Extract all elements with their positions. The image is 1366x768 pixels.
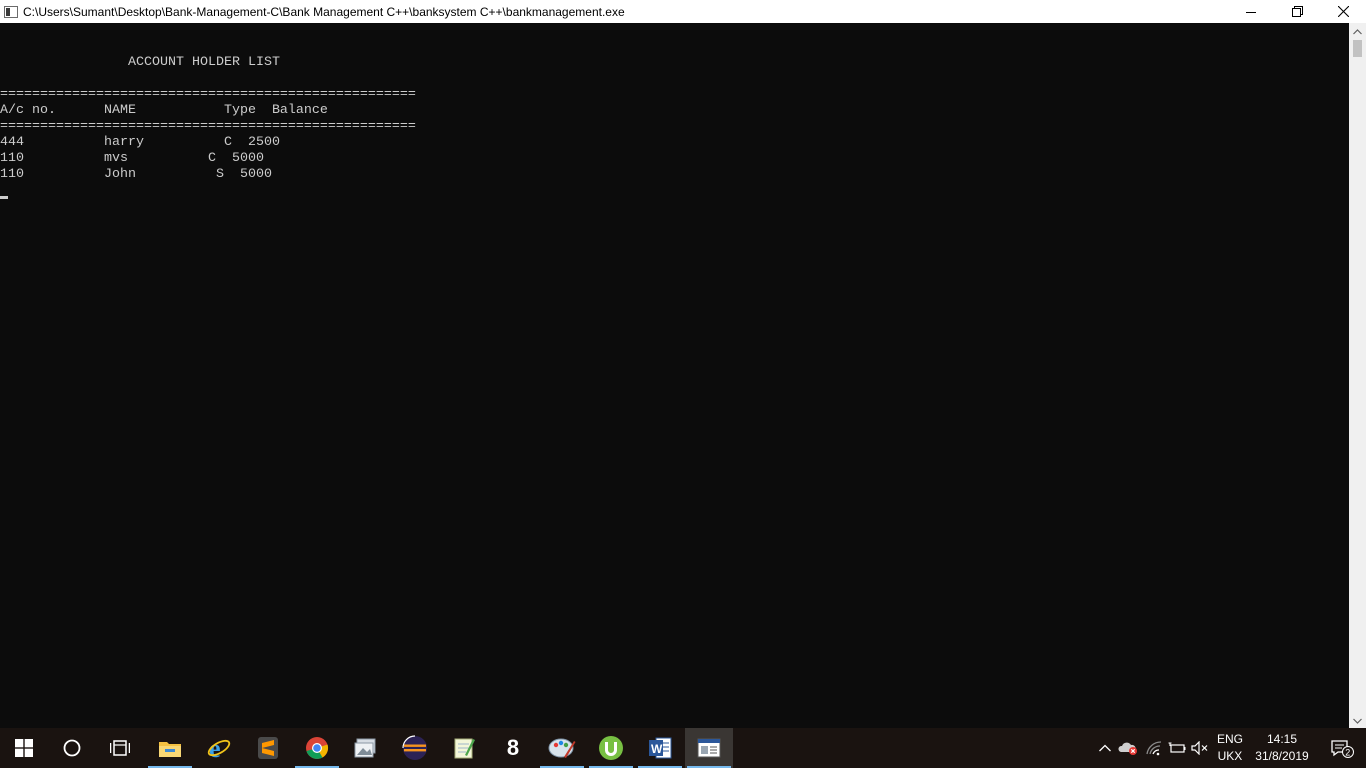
tray-network-button[interactable]	[1142, 728, 1166, 768]
start-button[interactable]	[0, 728, 48, 768]
console-window-icon[interactable]	[4, 5, 18, 18]
taskbar: e 8 W ENG UKX 14:15 31/8/2019 2	[0, 728, 1366, 768]
chevron-down-icon	[1353, 718, 1362, 724]
taskbar-word[interactable]: W	[636, 728, 684, 768]
window-titlebar[interactable]: C:\Users\Sumant\Desktop\Bank-Management-…	[0, 0, 1366, 23]
wifi-icon	[1146, 741, 1162, 756]
console-app-icon	[697, 738, 721, 758]
restore-button[interactable]	[1274, 0, 1320, 23]
scrollbar-thumb[interactable]	[1353, 40, 1362, 57]
notepad-icon	[454, 738, 475, 759]
taskbar-image-viewer[interactable]	[342, 728, 390, 768]
file-explorer-icon	[159, 742, 181, 757]
action-center-button[interactable]: 2	[1318, 728, 1366, 768]
paint-icon	[548, 738, 576, 758]
taskbar-internet-explorer[interactable]: e	[195, 728, 243, 768]
task-view-button[interactable]	[96, 728, 144, 768]
tray-language-button[interactable]: ENG UKX	[1212, 728, 1248, 768]
taskbar-utorrent[interactable]	[587, 728, 635, 768]
window-controls	[1228, 0, 1366, 23]
tray-onedrive-button[interactable]	[1116, 728, 1140, 768]
separator-top: ========================================…	[0, 87, 416, 102]
sublime-text-icon	[258, 737, 278, 759]
text-cursor	[0, 196, 8, 199]
table-row: 110 mvs C 5000	[0, 151, 264, 166]
taskbar-sublime-text[interactable]	[244, 728, 292, 768]
taskbar-eclipse[interactable]	[391, 728, 439, 768]
table-row: 444 harry C 2500	[0, 135, 280, 150]
close-icon	[1337, 6, 1349, 17]
table-row: 110 John S 5000	[0, 167, 272, 182]
eclipse-icon	[402, 735, 427, 760]
keyboard-layout: UKX	[1217, 749, 1243, 763]
clock-time: 14:15	[1266, 732, 1297, 746]
chevron-up-icon	[1099, 744, 1111, 752]
minimize-button[interactable]	[1228, 0, 1274, 23]
task-view-icon	[110, 740, 130, 756]
volume-muted-icon	[1191, 741, 1208, 755]
tray-volume-button[interactable]	[1188, 728, 1212, 768]
taskbar-app-8[interactable]: 8	[489, 728, 537, 768]
minimize-icon	[1246, 11, 1256, 13]
scroll-down-button[interactable]	[1349, 712, 1366, 729]
tray-show-hidden-button[interactable]	[1094, 728, 1116, 768]
clock-date: 31/8/2019	[1255, 749, 1309, 763]
notification-icon: 2	[1331, 740, 1354, 758]
notification-count: 2	[1345, 748, 1350, 758]
window-title: C:\Users\Sumant\Desktop\Bank-Management-…	[23, 4, 625, 19]
scroll-up-button[interactable]	[1349, 23, 1366, 40]
chevron-up-icon	[1353, 28, 1362, 34]
taskbar-notepad[interactable]	[440, 728, 488, 768]
taskbar-chrome[interactable]	[293, 728, 341, 768]
console-heading: ACCOUNT HOLDER LIST	[0, 55, 280, 70]
taskbar-console-app[interactable]	[685, 728, 733, 768]
start-icon	[15, 739, 33, 757]
svg-text:W: W	[651, 742, 663, 756]
image-viewer-icon	[354, 738, 376, 758]
chrome-icon	[306, 737, 329, 759]
close-button[interactable]	[1320, 0, 1366, 23]
cloud-error-icon	[1118, 742, 1137, 755]
taskbar-file-explorer[interactable]	[146, 728, 194, 768]
word-icon: W	[649, 737, 672, 759]
app-8-icon: 8	[506, 735, 520, 760]
cortana-icon	[63, 739, 81, 757]
vertical-scrollbar[interactable]	[1349, 23, 1366, 729]
input-language: ENG	[1216, 732, 1243, 746]
console-output[interactable]: ACCOUNT HOLDER LIST ====================…	[0, 23, 1350, 729]
tray-battery-button[interactable]	[1166, 728, 1188, 768]
utorrent-icon	[599, 736, 623, 760]
cortana-button[interactable]	[48, 728, 96, 768]
separator-bottom: ========================================…	[0, 119, 416, 134]
restore-icon	[1291, 6, 1303, 17]
internet-explorer-icon: e	[207, 736, 231, 760]
tray-clock-button[interactable]: 14:15 31/8/2019	[1250, 728, 1314, 768]
table-header: A/c no. NAME Type Balance	[0, 103, 328, 118]
battery-plug-icon	[1168, 742, 1186, 753]
taskbar-paint[interactable]	[538, 728, 586, 768]
